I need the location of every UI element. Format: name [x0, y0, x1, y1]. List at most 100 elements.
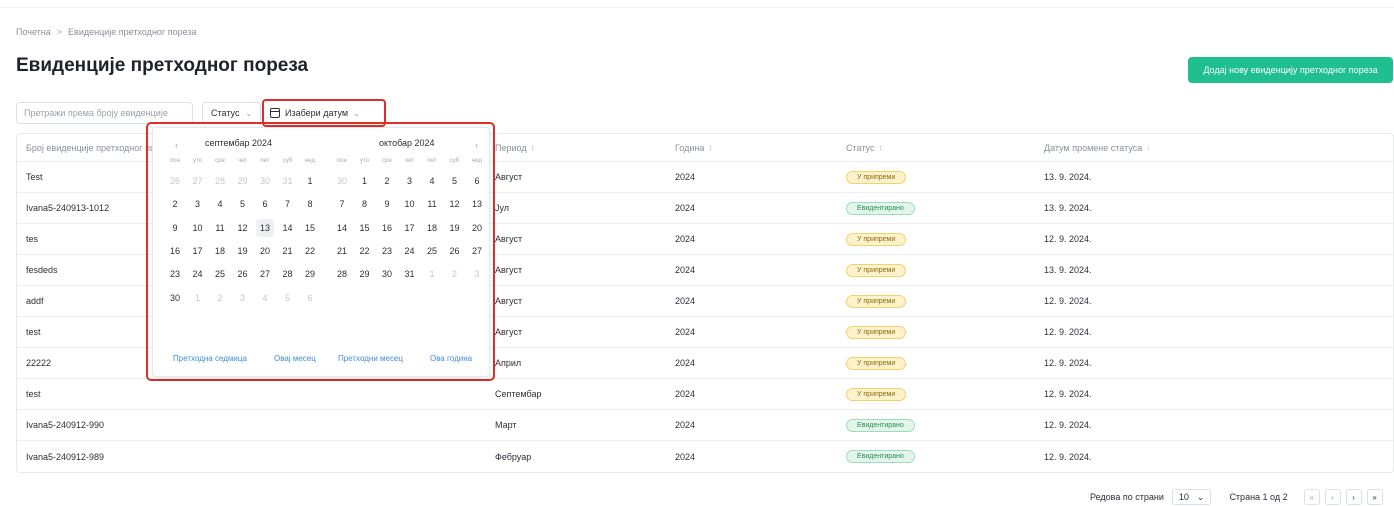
calendar-day[interactable]: 3 [468, 265, 486, 283]
calendar-day[interactable]: 12 [446, 195, 464, 213]
next-month-button[interactable]: › [475, 140, 478, 150]
calendar-day[interactable]: 15 [301, 219, 319, 237]
prev-month-button[interactable]: ‹ [175, 140, 178, 150]
calendar-day[interactable]: 7 [279, 195, 297, 213]
calendar-day[interactable]: 2 [446, 265, 464, 283]
preset-previous-week[interactable]: Претходна седмица [173, 354, 247, 363]
calendar-day[interactable]: 26 [234, 265, 252, 283]
calendar-day[interactable]: 27 [189, 172, 207, 190]
calendar-day[interactable]: 29 [234, 172, 252, 190]
calendar-day[interactable]: 2 [378, 172, 396, 190]
calendar-day[interactable]: 10 [401, 195, 419, 213]
column-header-status-date[interactable]: Датум промене статуса ↓ [1044, 134, 1150, 161]
calendar-day[interactable]: 30 [378, 265, 396, 283]
calendar-day[interactable]: 28 [211, 172, 229, 190]
calendar-day[interactable]: 31 [279, 172, 297, 190]
calendar-day[interactable]: 27 [468, 242, 486, 260]
next-page-button[interactable]: › [1345, 489, 1362, 505]
calendar-day[interactable]: 15 [356, 219, 374, 237]
calendar-day[interactable]: 21 [333, 242, 351, 260]
calendar-day[interactable]: 4 [423, 172, 441, 190]
calendar-day[interactable]: 5 [279, 289, 297, 307]
calendar-day[interactable]: 13 [256, 218, 274, 237]
calendar-day[interactable]: 11 [423, 195, 441, 213]
calendar-day[interactable]: 17 [401, 219, 419, 237]
calendar-day[interactable]: 16 [378, 219, 396, 237]
calendar-day[interactable]: 3 [189, 195, 207, 213]
date-picker-button[interactable]: Изабери датум ⌄ [270, 103, 360, 123]
table-row[interactable]: test Септембар 2024 У припреми 12. 9. 2024. [17, 379, 1393, 410]
calendar-day[interactable]: 6 [468, 172, 486, 190]
calendar-day[interactable]: 25 [211, 265, 229, 283]
calendar-day[interactable]: 25 [423, 242, 441, 260]
calendar-day[interactable]: 30 [333, 172, 351, 190]
calendar-day[interactable]: 26 [446, 242, 464, 260]
calendar-day[interactable]: 7 [333, 195, 351, 213]
calendar-day[interactable]: 29 [356, 265, 374, 283]
calendar-day[interactable]: 17 [189, 242, 207, 260]
calendar-day[interactable]: 16 [166, 242, 184, 260]
calendar-day[interactable]: 2 [166, 195, 184, 213]
prev-page-button[interactable]: ‹ [1324, 489, 1341, 505]
calendar-day[interactable]: 10 [189, 219, 207, 237]
breadcrumb-home[interactable]: Почетна [16, 27, 51, 37]
calendar-day[interactable]: 6 [256, 195, 274, 213]
calendar-day[interactable]: 12 [234, 219, 252, 237]
column-header-period[interactable]: Период ↕ [495, 134, 535, 161]
column-header-status[interactable]: Статус ↕ [846, 134, 882, 161]
calendar-day[interactable]: 13 [468, 195, 486, 213]
calendar-day[interactable]: 28 [279, 265, 297, 283]
calendar-day[interactable]: 1 [423, 265, 441, 283]
calendar-day[interactable]: 1 [301, 172, 319, 190]
calendar-day[interactable]: 18 [423, 219, 441, 237]
rows-per-page-select[interactable]: 10 ⌄ [1171, 489, 1212, 505]
preset-previous-month[interactable]: Претходни месец [338, 354, 403, 363]
calendar-day[interactable]: 24 [401, 242, 419, 260]
calendar-day[interactable]: 1 [189, 289, 207, 307]
calendar-day[interactable]: 20 [256, 242, 274, 260]
calendar-day[interactable]: 23 [378, 242, 396, 260]
calendar-day[interactable]: 23 [166, 265, 184, 283]
calendar-day[interactable]: 14 [279, 219, 297, 237]
calendar-day[interactable]: 9 [166, 219, 184, 237]
column-header-year[interactable]: Година ↕ [675, 134, 712, 161]
search-input[interactable]: Претражи према броју евиденције [16, 102, 193, 124]
calendar-day[interactable]: 31 [401, 265, 419, 283]
calendar-day[interactable]: 3 [234, 289, 252, 307]
calendar-day[interactable]: 19 [234, 242, 252, 260]
calendar-day[interactable]: 27 [256, 265, 274, 283]
table-row[interactable]: Ivana5-240912-989 Фебруар 2024 Евидентирано… [17, 441, 1393, 472]
add-new-record-button[interactable]: Додај нову евиденцију претходног пореза [1188, 57, 1393, 83]
calendar-day[interactable]: 24 [189, 265, 207, 283]
status-filter-button[interactable]: Статус ⌄ [202, 102, 262, 124]
calendar-day[interactable]: 8 [356, 195, 374, 213]
calendar-day[interactable]: 30 [166, 289, 184, 307]
calendar-day[interactable]: 1 [356, 172, 374, 190]
calendar-day[interactable]: 22 [301, 242, 319, 260]
calendar-day[interactable]: 21 [279, 242, 297, 260]
preset-this-month[interactable]: Овај месец [274, 354, 316, 363]
calendar-day[interactable]: 8 [301, 195, 319, 213]
calendar-day[interactable]: 4 [256, 289, 274, 307]
calendar-day[interactable]: 9 [378, 195, 396, 213]
calendar-day[interactable]: 20 [468, 219, 486, 237]
calendar-day[interactable]: 26 [166, 172, 184, 190]
last-page-button[interactable]: » [1366, 489, 1383, 505]
calendar-day[interactable]: 14 [333, 219, 351, 237]
calendar-day[interactable]: 29 [301, 265, 319, 283]
calendar-day[interactable]: 28 [333, 265, 351, 283]
calendar-day[interactable]: 5 [446, 172, 464, 190]
calendar-day[interactable]: 4 [211, 195, 229, 213]
calendar-day[interactable]: 18 [211, 242, 229, 260]
calendar-day[interactable]: 6 [301, 289, 319, 307]
calendar-day[interactable]: 30 [256, 172, 274, 190]
preset-this-year[interactable]: Ова година [430, 354, 472, 363]
table-row[interactable]: Ivana5-240912-990 Март 2024 Евидентирано 12.… [17, 410, 1393, 441]
calendar-day[interactable]: 11 [211, 219, 229, 237]
calendar-day[interactable]: 22 [356, 242, 374, 260]
first-page-button[interactable]: « [1303, 489, 1320, 505]
calendar-day[interactable]: 5 [234, 195, 252, 213]
calendar-day[interactable]: 19 [446, 219, 464, 237]
calendar-day[interactable]: 3 [401, 172, 419, 190]
calendar-day[interactable]: 2 [211, 289, 229, 307]
